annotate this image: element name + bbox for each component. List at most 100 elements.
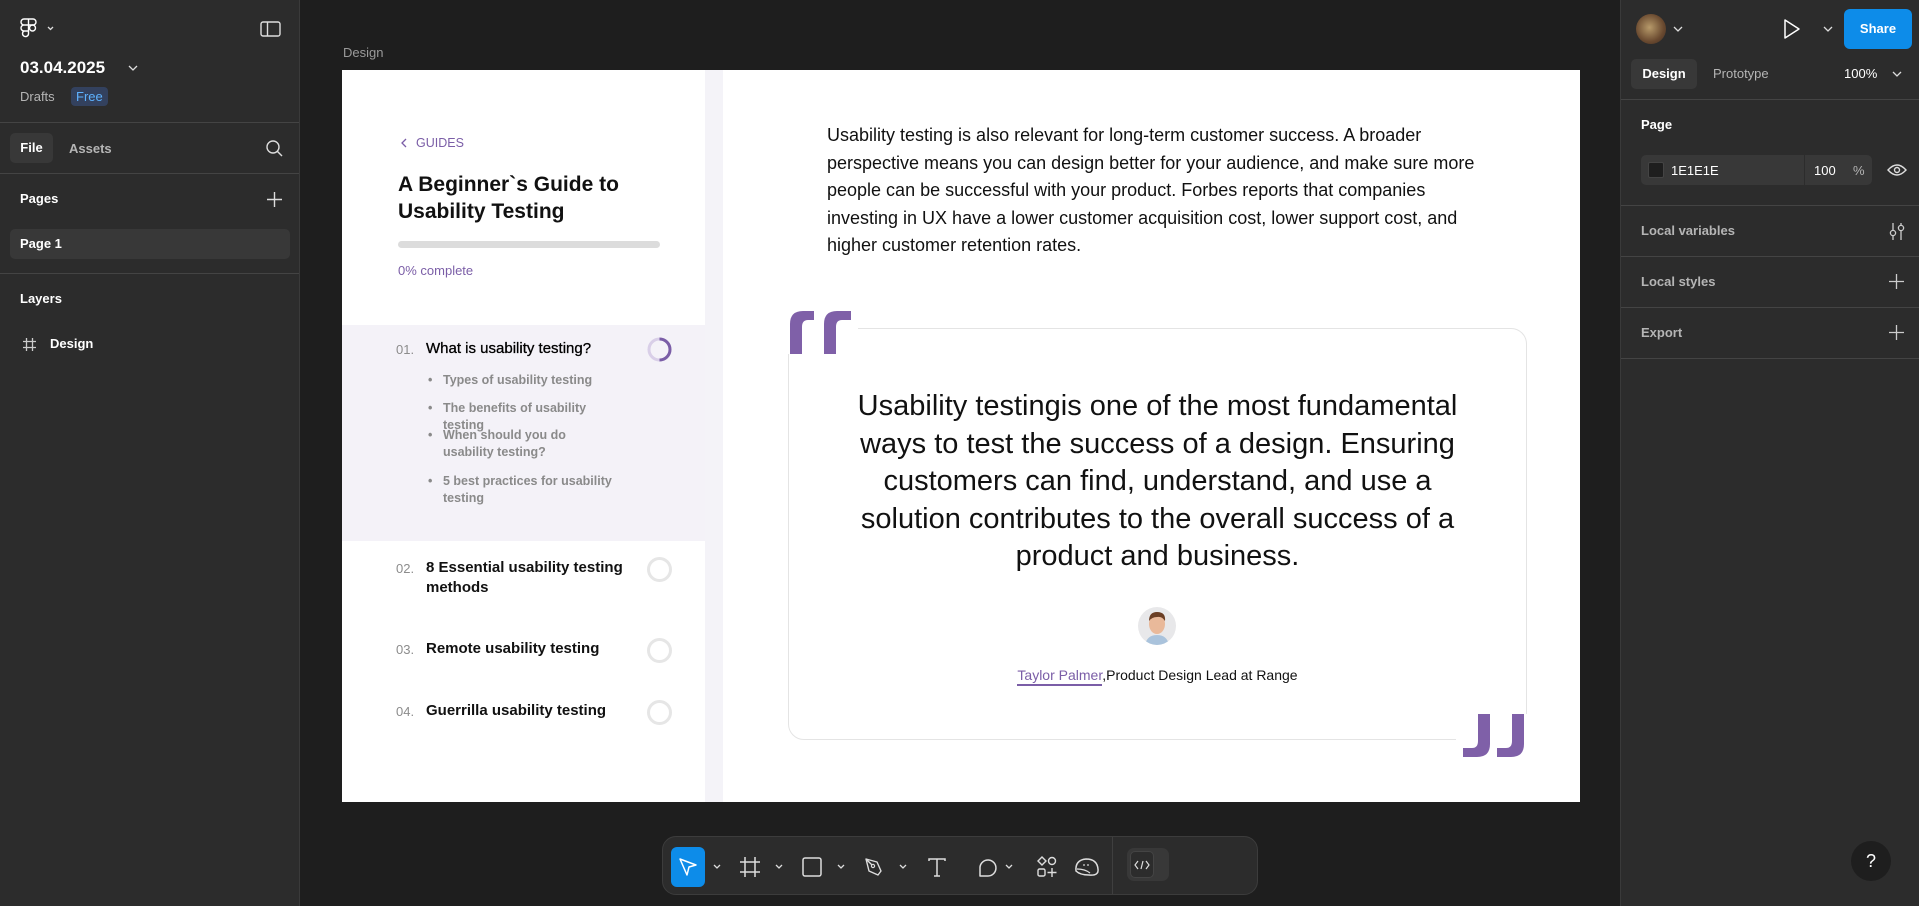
comment-tool-button[interactable] bbox=[971, 847, 1005, 887]
guide-title: A Beginner`s Guide to Usability Testing bbox=[398, 171, 619, 225]
chevron-down-icon[interactable] bbox=[1673, 25, 1683, 33]
tab-file[interactable]: File bbox=[10, 133, 53, 163]
drafts-link[interactable]: Drafts bbox=[20, 89, 55, 104]
help-button[interactable]: ? bbox=[1851, 841, 1891, 881]
page-opacity[interactable]: 100 bbox=[1814, 163, 1836, 178]
guides-link[interactable]: GUIDES bbox=[416, 136, 464, 150]
tab-prototype[interactable]: Prototype bbox=[1713, 66, 1769, 81]
figma-menu-button[interactable] bbox=[20, 18, 56, 40]
add-page-icon[interactable] bbox=[267, 192, 282, 207]
eye-icon[interactable] bbox=[1887, 162, 1907, 178]
chevron-down-icon[interactable] bbox=[898, 859, 908, 873]
left-panel: 03.04.2025 Drafts Free File Assets Pages… bbox=[0, 0, 300, 906]
tab-design[interactable]: Design bbox=[1631, 59, 1697, 89]
dev-mode-toggle[interactable] bbox=[1127, 848, 1169, 881]
bottom-toolbar bbox=[662, 836, 1258, 895]
chevron-down-icon[interactable] bbox=[774, 859, 784, 873]
author-name-link[interactable]: Taylor Palmer bbox=[1017, 667, 1103, 686]
design-frame[interactable]: GUIDES A Beginner`s Guide to Usability T… bbox=[342, 70, 1580, 802]
quote-line: product and business. bbox=[1015, 540, 1300, 572]
tab-assets[interactable]: Assets bbox=[69, 141, 112, 156]
paragraph-line: people can be successful with your produ… bbox=[827, 180, 1426, 200]
local-variables-heading[interactable]: Local variables bbox=[1641, 223, 1735, 238]
frame-icon bbox=[740, 857, 760, 877]
page-color-hex[interactable]: 1E1E1E bbox=[1671, 163, 1719, 178]
chevron-down-icon[interactable] bbox=[1004, 859, 1014, 873]
chapter-number: 01. bbox=[396, 342, 415, 357]
page-section-heading: Page bbox=[1641, 117, 1673, 132]
chevron-down-icon[interactable] bbox=[1892, 70, 1902, 78]
subchapter-item[interactable]: When should you do usability testing? bbox=[428, 427, 618, 461]
progress-ring-icon bbox=[647, 337, 672, 362]
quote-line: customers can find, understand, and use … bbox=[883, 465, 1432, 497]
status-circle-icon bbox=[647, 700, 672, 725]
zoom-level[interactable]: 100% bbox=[1844, 66, 1877, 81]
author-avatar bbox=[1138, 607, 1176, 645]
layers-heading: Layers bbox=[20, 291, 62, 306]
back-chevron-icon[interactable] bbox=[400, 138, 408, 148]
rectangle-tool-button[interactable] bbox=[795, 847, 829, 887]
open-quote-icon bbox=[787, 310, 858, 354]
export-heading[interactable]: Export bbox=[1641, 325, 1682, 340]
actions-tool-button[interactable] bbox=[1069, 847, 1105, 887]
close-quote-icon bbox=[1456, 714, 1527, 758]
color-swatch[interactable] bbox=[1648, 162, 1664, 178]
chapter-title[interactable]: 8 Essential usability testing methods bbox=[426, 558, 626, 598]
chapter-title[interactable]: What is usability testing? bbox=[426, 339, 626, 359]
pages-heading: Pages bbox=[20, 191, 59, 206]
percent-sign: % bbox=[1853, 163, 1865, 178]
local-styles-heading[interactable]: Local styles bbox=[1641, 274, 1715, 289]
pen-tool-button[interactable] bbox=[857, 847, 891, 887]
move-tool-button[interactable] bbox=[671, 847, 705, 887]
page-item-page-1[interactable]: Page 1 bbox=[10, 229, 290, 259]
toggle-sidebar-icon[interactable] bbox=[260, 21, 281, 37]
status-circle-icon bbox=[647, 557, 672, 582]
components-icon bbox=[1037, 856, 1057, 877]
play-icon[interactable] bbox=[1783, 18, 1801, 40]
chevron-down-icon[interactable] bbox=[128, 64, 138, 72]
right-panel: Share Design Prototype 100% Page 1E1E1E … bbox=[1620, 0, 1919, 906]
frame-tool-button[interactable] bbox=[733, 847, 767, 887]
chapter-number: 04. bbox=[396, 704, 415, 719]
frame-label[interactable]: Design bbox=[343, 45, 383, 60]
add-style-icon[interactable] bbox=[1889, 274, 1904, 289]
layer-item-design[interactable]: Design bbox=[50, 336, 93, 351]
chevron-down-icon[interactable] bbox=[836, 859, 846, 873]
chapter-title[interactable]: Guerrilla usability testing bbox=[426, 701, 626, 721]
progress-label: 0% complete bbox=[398, 263, 474, 278]
quote-attribution: Taylor Palmer,Product Design Lead at Ran… bbox=[788, 667, 1527, 686]
rectangle-icon bbox=[802, 857, 822, 877]
subchapter-item[interactable]: 5 best practices for usability testing bbox=[428, 473, 618, 507]
plan-badge: Free bbox=[71, 87, 108, 106]
status-circle-icon bbox=[647, 638, 672, 663]
guide-title-line: Usability Testing bbox=[398, 200, 565, 223]
assets-tool-button[interactable] bbox=[1030, 847, 1064, 887]
paragraph-line: perspective means you can design better … bbox=[827, 152, 1475, 173]
page-color-field[interactable]: 1E1E1E 100 % bbox=[1641, 155, 1872, 185]
chevron-down-icon[interactable] bbox=[712, 859, 722, 873]
variables-icon[interactable] bbox=[1889, 222, 1905, 240]
paragraph-line: investing in UX have a lower customer ac… bbox=[827, 207, 1458, 228]
add-export-icon[interactable] bbox=[1889, 325, 1904, 340]
share-button[interactable]: Share bbox=[1844, 9, 1912, 49]
actions-icon bbox=[1075, 858, 1099, 876]
search-icon[interactable] bbox=[265, 139, 284, 158]
progress-bar bbox=[398, 241, 660, 248]
quote-text: Usability testingis one of the most fund… bbox=[788, 388, 1527, 576]
subchapter-item[interactable]: Types of usability testing bbox=[428, 372, 618, 389]
chevron-down-icon[interactable] bbox=[1823, 25, 1833, 33]
guide-title-line: A Beginner`s Guide to bbox=[398, 173, 619, 196]
file-name[interactable]: 03.04.2025 bbox=[20, 58, 105, 78]
cursor-icon bbox=[679, 858, 697, 876]
quote-line: ways to test the success of a design. En… bbox=[860, 427, 1455, 460]
chapter-title[interactable]: Remote usability testing bbox=[426, 639, 626, 659]
user-avatar[interactable] bbox=[1636, 14, 1666, 44]
text-tool-button[interactable] bbox=[920, 847, 954, 887]
chapter-number: 03. bbox=[396, 642, 415, 657]
body-paragraph: Usability testing is also relevant for l… bbox=[827, 122, 1474, 260]
frame-icon bbox=[23, 338, 36, 351]
text-icon bbox=[928, 858, 946, 877]
pen-icon bbox=[865, 858, 882, 876]
quote-line: Usability testingis one of the most fund… bbox=[857, 390, 1458, 422]
figma-logo-icon bbox=[20, 18, 54, 38]
